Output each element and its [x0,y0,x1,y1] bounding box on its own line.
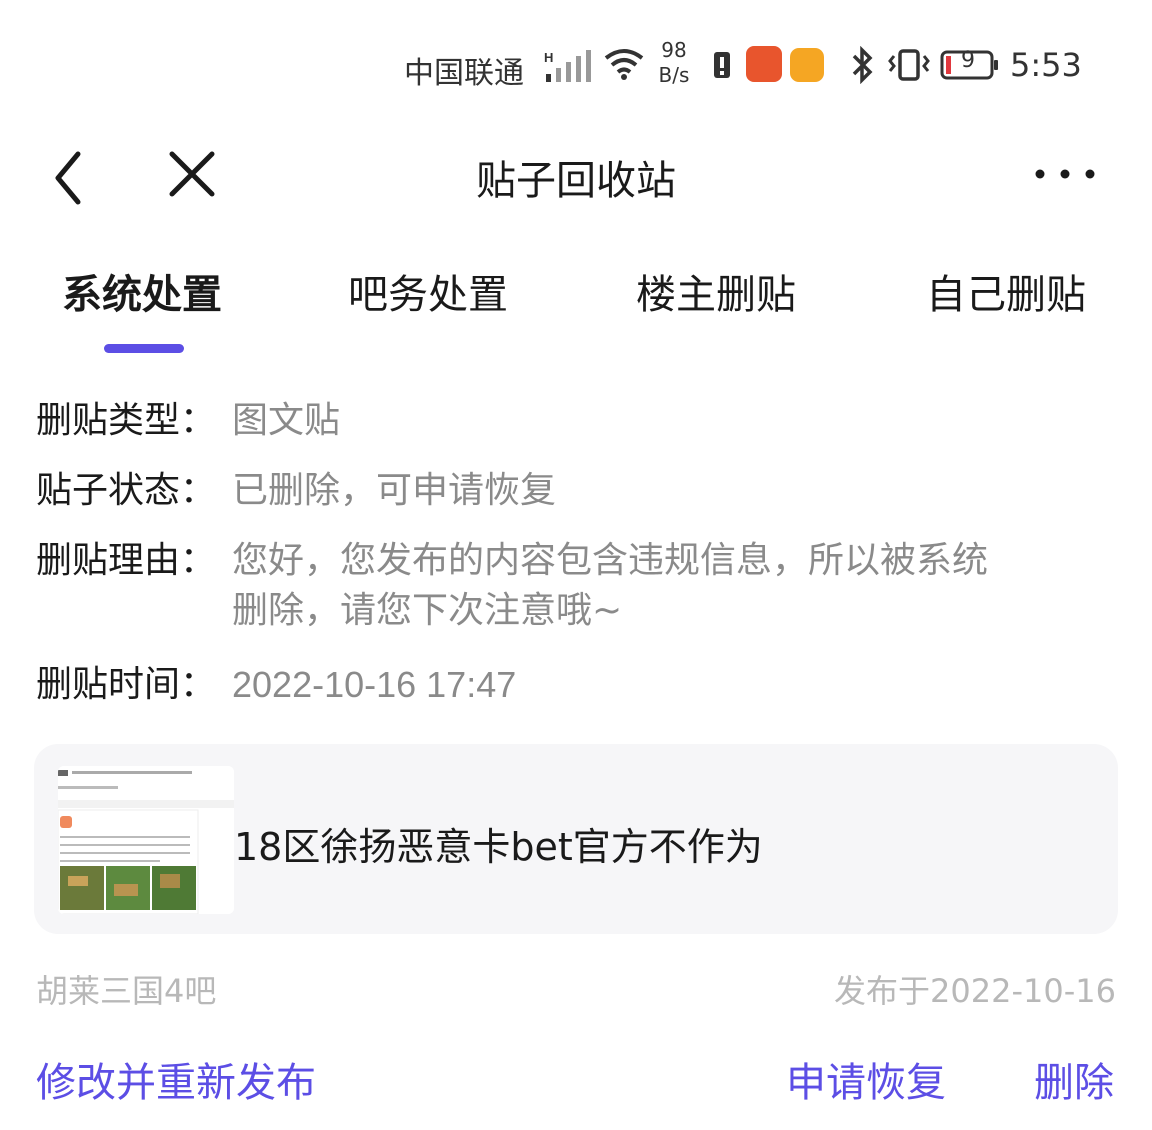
alert-icon [714,52,730,78]
deletion-type-label: 删贴类型： [36,400,217,441]
edit-republish-button[interactable]: 修改并重新发布 [36,1050,316,1108]
vibrate-icon [888,49,930,81]
svg-text:H: H [544,50,553,65]
network-speed-unit: B/s [658,63,690,87]
deletion-time-row: 删贴时间： 2022-10-16 17:47 [36,660,1126,720]
delete-button[interactable]: 删除 [1034,1050,1114,1108]
post-status-row: 贴子状态： 已删除，可申请恢复 [36,466,1126,536]
coffee-app-icon [790,48,824,82]
clock: 5:53 [1010,46,1082,84]
publish-date: 发布于2022-10-16 [834,972,1116,1010]
more-icon [1035,169,1095,179]
deletion-reason-value: 您好，您发布的内容包含违规信息，所以被系统删除，请您下次注意哦~ [232,540,989,631]
tab-bar-admin-disposal[interactable]: 吧务处置 [348,262,508,320]
tab-system-disposal[interactable]: 系统处置 [62,262,222,320]
post-title: 18区徐扬恶意卡bet官方不作为 [234,825,763,869]
signal-icon: H [544,50,591,82]
deletion-time-value: 2022-10-16 17:47 [232,664,517,705]
bluetooth-icon [852,46,873,84]
network-speed-value: 98 [661,38,687,62]
deletion-time-label: 删贴时间： [36,664,217,705]
deletion-type-value: 图文贴 [232,400,341,441]
status-bar: 中国联通 H 98 B/s 9 5:53 [0,36,1152,96]
active-tab-indicator [104,344,184,353]
post-status-label: 贴子状态： [36,470,217,511]
forum-name[interactable]: 胡莱三国4吧 [36,966,216,1012]
carrier-name: 中国联通 [404,56,524,91]
post-card[interactable]: 18区徐扬恶意卡bet官方不作为 [34,744,1118,934]
post-status-value: 已删除，可申请恢复 [232,470,557,511]
tab-self-deleted[interactable]: 自己删贴 [926,262,1086,320]
page-title: 贴子回收站 [476,158,676,204]
post-thumbnail [58,766,234,914]
deletion-type-row: 删贴类型： 图文贴 [36,396,1126,466]
top-bar: 贴子回收站 [0,130,1152,220]
deletion-reason-label: 删贴理由： [36,540,217,581]
battery-level: 9 [961,48,975,73]
tab-owner-deleted[interactable]: 楼主删贴 [636,262,796,320]
deletion-info: 删贴类型： 图文贴 贴子状态： 已删除，可申请恢复 删贴理由： 您好，您发布的内… [36,396,1126,720]
tab-bar: 系统处置 吧务处置 楼主删贴 自己删贴 [0,262,1152,362]
post-recycle-bin-page: 中国联通 H 98 B/s 9 5:53 贴子回收站 系统处置 吧务处置 楼主删… [0,0,1152,1130]
request-restore-button[interactable]: 申请恢复 [786,1050,946,1108]
thumbnail-image [58,766,234,914]
more-button[interactable] [1030,154,1100,194]
network-speed: 98 B/s [654,38,694,88]
wifi-icon [604,49,644,80]
deletion-reason-row: 删贴理由： 您好，您发布的内容包含违规信息，所以被系统删除，请您下次注意哦~ [36,536,1126,660]
taobao-app-icon [746,46,782,82]
